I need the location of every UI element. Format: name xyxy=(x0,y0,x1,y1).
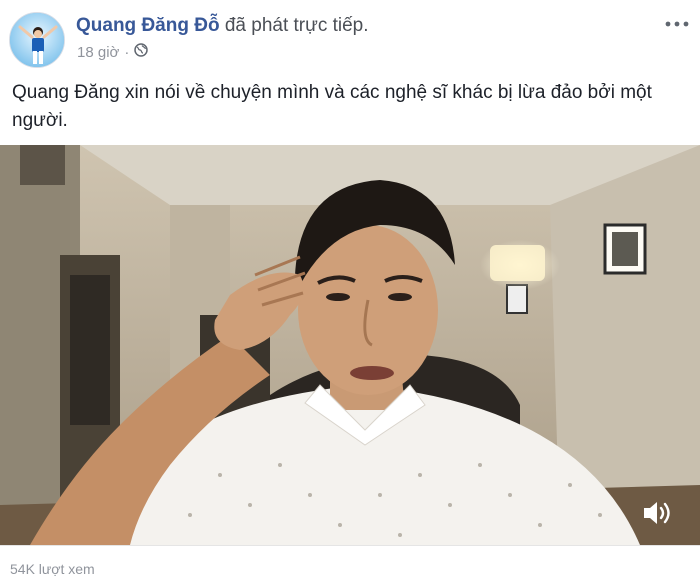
post-meta: 18 giờ · xyxy=(77,43,149,61)
speaker-icon xyxy=(644,502,670,524)
more-dots-icon xyxy=(665,21,689,27)
globe-icon[interactable] xyxy=(134,43,149,61)
more-options-button[interactable] xyxy=(664,16,690,32)
author-line: Quang Đăng Đỗ đã phát trực tiếp. xyxy=(76,15,369,37)
video-frame xyxy=(0,145,700,545)
post-message: Quang Đăng xin nói về chuyện mình và các… xyxy=(12,82,652,131)
divider xyxy=(0,545,700,546)
video-player[interactable] xyxy=(0,145,700,545)
view-count: 54K lượt xem xyxy=(10,561,95,577)
separator-dot: · xyxy=(124,43,130,61)
avatar[interactable] xyxy=(9,12,65,68)
post-timestamp[interactable]: 18 giờ xyxy=(77,44,119,61)
author-name-link[interactable]: Quang Đăng Đỗ xyxy=(76,15,220,36)
post-action-text: đã phát trực tiếp. xyxy=(224,15,369,36)
volume-button[interactable] xyxy=(640,498,674,528)
post-header: Quang Đăng Đỗ đã phát trực tiếp. 18 giờ … xyxy=(0,0,700,68)
